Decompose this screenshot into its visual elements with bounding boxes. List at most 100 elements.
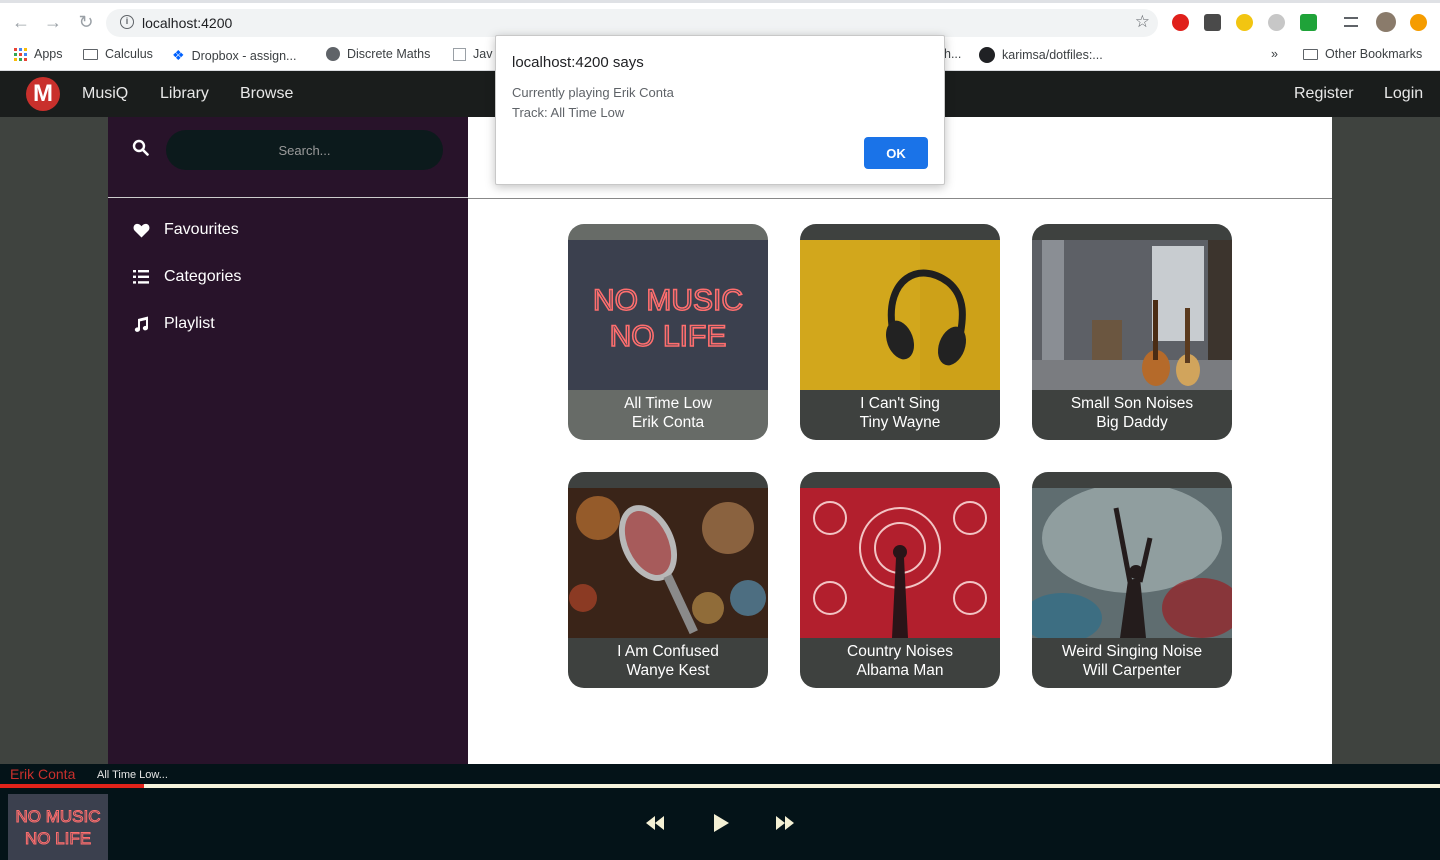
building-icon: [453, 47, 466, 61]
media-queue-icon[interactable]: [1344, 17, 1358, 27]
neon-text-line1: NO MUSIC: [593, 284, 743, 317]
bookmark-apps[interactable]: Apps: [14, 47, 63, 61]
bookmark-java[interactable]: Jav: [453, 47, 492, 61]
more-bookmarks-icon[interactable]: »: [1271, 47, 1278, 61]
bookmark-label: Other Bookmarks: [1325, 47, 1423, 61]
album-art-guitars: [1032, 240, 1232, 390]
card-track-title: I Can't Sing: [860, 395, 940, 412]
album-art-singer: [1032, 488, 1232, 638]
bookmark-label: Calculus: [105, 47, 153, 61]
dialog-message-line1: Currently playing Erik Conta: [512, 85, 674, 100]
sidebar-item-playlist[interactable]: Playlist: [132, 315, 215, 333]
card-track-title: Country Noises: [847, 643, 953, 660]
github-icon: [979, 47, 995, 63]
bookmark-other[interactable]: Other Bookmarks: [1303, 47, 1422, 61]
card-caption: I Am Confused Wanye Kest: [568, 642, 768, 680]
track-card[interactable]: I Can't Sing Tiny Wayne: [800, 224, 1000, 440]
bookmark-label: Jav: [473, 47, 493, 61]
forward-icon[interactable]: →: [42, 11, 64, 33]
heart-icon: [132, 221, 150, 239]
selenium-extension-icon[interactable]: [1204, 14, 1221, 31]
track-card[interactable]: I Am Confused Wanye Kest: [568, 472, 768, 688]
album-art-neon: NO MUSIC NO LIFE: [568, 240, 768, 390]
folder-icon: [1303, 48, 1318, 60]
bookmark-label: Dropbox - assign...: [191, 48, 297, 63]
bookmark-calculus[interactable]: Calculus: [83, 47, 153, 61]
search-input[interactable]: [166, 130, 443, 170]
sidebar-item-categories[interactable]: Categories: [132, 268, 241, 286]
thumb-text-line2: NO LIFE: [25, 829, 91, 848]
dialog-title: localhost:4200 says: [512, 54, 644, 71]
card-artist-name: Wanye Kest: [626, 662, 710, 679]
sidebar-item-label: Favourites: [164, 221, 239, 238]
reload-icon[interactable]: ↻: [75, 11, 97, 33]
card-caption: I Can't Sing Tiny Wayne: [800, 394, 1000, 432]
track-card[interactable]: NO MUSIC NO LIFE All Time Low Erik Conta: [568, 224, 768, 440]
sidebar-item-favourites[interactable]: Favourites: [132, 221, 239, 239]
card-artist-name: Albama Man: [856, 662, 944, 679]
opera-extension-icon[interactable]: [1172, 14, 1189, 31]
track-card[interactable]: Weird Singing Noise Will Carpenter: [1032, 472, 1232, 688]
card-track-title: Weird Singing Noise: [1061, 643, 1203, 660]
music-note-icon: [132, 315, 150, 333]
info-icon[interactable]: i: [120, 15, 134, 29]
bookmark-label: Apps: [34, 47, 63, 61]
neon-text-line2: NO LIFE: [610, 320, 727, 353]
list-icon: [132, 268, 150, 286]
card-artist-name: Will Carpenter: [1082, 662, 1182, 679]
bookmark-dotfiles[interactable]: karimsa/dotfiles:...: [979, 47, 1103, 63]
musiq-logo[interactable]: M: [26, 77, 60, 111]
bookmark-discrete-maths[interactable]: Discrete Maths: [326, 47, 430, 61]
card-track-title: I Am Confused: [617, 643, 719, 660]
bookmark-truncated[interactable]: h...: [944, 47, 961, 61]
card-artist-name: Erik Conta: [631, 414, 705, 431]
album-art-microphone: [568, 488, 768, 638]
bookmark-label: karimsa/dotfiles:...: [1002, 48, 1103, 62]
bookmark-label: Discrete Maths: [347, 47, 431, 61]
alert-dialog: localhost:4200 says Currently playing Er…: [495, 35, 945, 185]
card-caption: Weird Singing Noise Will Carpenter: [1032, 642, 1232, 680]
apps-grid-icon: [14, 47, 27, 61]
card-artist-name: Tiny Wayne: [859, 414, 941, 431]
now-playing-thumbnail: NO MUSIC NO LIFE: [8, 794, 108, 860]
progress-fill: [0, 784, 144, 788]
cors-extension-icon[interactable]: [1300, 14, 1317, 31]
bookmark-dropbox[interactable]: ❖ Dropbox - assign...: [172, 47, 296, 64]
dialog-message-line2: Track: All Time Low: [512, 105, 625, 120]
play-icon[interactable]: [710, 812, 732, 834]
compass-extension-icon[interactable]: [1268, 14, 1285, 31]
card-caption: Small Son Noises Big Daddy: [1032, 394, 1232, 432]
album-art-instruments: [800, 488, 1000, 638]
player-bar: Erik Conta All Time Low... NO MUSIC NO L…: [0, 764, 1440, 860]
bookmark-star-icon[interactable]: ☆: [1135, 12, 1150, 32]
sidebar: Favourites Categories Playlist: [108, 117, 468, 764]
fast-forward-icon[interactable]: [774, 812, 796, 834]
address-bar[interactable]: i localhost:4200 ☆: [106, 9, 1158, 37]
globe-icon: [326, 47, 340, 61]
track-card[interactable]: Country Noises Albama Man: [800, 472, 1000, 688]
nav-browse[interactable]: Browse: [240, 85, 293, 103]
thumb-text-line1: NO MUSIC: [16, 807, 101, 826]
sidebar-item-label: Categories: [164, 268, 242, 285]
title-divider: [468, 198, 1332, 199]
dropbox-icon: ❖: [172, 47, 185, 63]
now-playing-artist: Erik Conta: [10, 766, 76, 782]
back-icon[interactable]: ←: [10, 11, 32, 33]
search-icon[interactable]: [132, 139, 149, 156]
update-icon[interactable]: [1410, 14, 1427, 31]
progress-bar[interactable]: [0, 784, 1440, 788]
url-text[interactable]: localhost:4200: [142, 15, 232, 31]
nav-login[interactable]: Login: [1384, 85, 1423, 103]
nav-register[interactable]: Register: [1294, 85, 1354, 103]
card-caption: Country Noises Albama Man: [800, 642, 1000, 680]
track-card[interactable]: Small Son Noises Big Daddy: [1032, 224, 1232, 440]
nav-library[interactable]: Library: [160, 85, 209, 103]
ok-button[interactable]: OK: [864, 137, 928, 169]
rewind-icon[interactable]: [644, 812, 666, 834]
folder-icon: [83, 48, 98, 60]
card-caption: All Time Low Erik Conta: [568, 394, 768, 432]
profile-avatar[interactable]: [1376, 12, 1396, 32]
radiation-extension-icon[interactable]: [1236, 14, 1253, 31]
nav-brand[interactable]: MusiQ: [82, 85, 128, 103]
sidebar-divider: [108, 197, 468, 198]
